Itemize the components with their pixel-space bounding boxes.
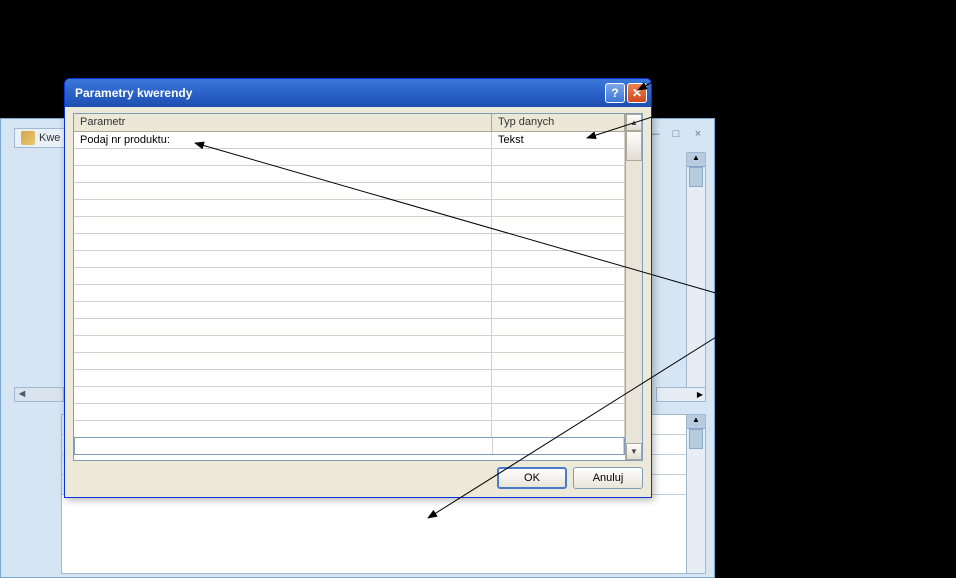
bg-maximize-button[interactable]: □ xyxy=(668,128,684,144)
scroll-track[interactable] xyxy=(626,161,642,443)
parameter-type-value: Tekst xyxy=(498,134,524,146)
close-button[interactable]: ✕ xyxy=(627,83,647,103)
query-tab[interactable]: Kwe xyxy=(14,128,67,148)
cancel-button[interactable]: Anuluj xyxy=(573,467,643,489)
parameter-row-empty[interactable] xyxy=(74,268,625,285)
grid-scrollbar-thumb[interactable] xyxy=(689,429,703,449)
parameter-name-cell[interactable]: Podaj nr produktu: xyxy=(74,132,492,148)
scroll-left-icon[interactable]: ◄ xyxy=(15,388,29,401)
parameter-row-empty[interactable] xyxy=(74,166,625,183)
scroll-up-button[interactable]: ▲ xyxy=(687,153,705,167)
parameter-row-empty[interactable] xyxy=(74,183,625,200)
bg-horizontal-scrollbar-left[interactable]: ◄ xyxy=(14,387,64,402)
scroll-up-arrow[interactable]: ▲ xyxy=(626,114,642,131)
parameter-row-1[interactable]: Podaj nr produktu: Tekst xyxy=(74,132,625,149)
grid-header-row: Parametr Typ danych xyxy=(74,114,625,132)
parameter-row-empty[interactable] xyxy=(74,387,625,404)
parameter-row-empty[interactable] xyxy=(74,421,625,438)
scroll-down-arrow[interactable]: ▼ xyxy=(626,443,642,460)
parameter-row-empty[interactable] xyxy=(74,336,625,353)
dialog-titlebar[interactable]: Parametry kwerendy ? ✕ xyxy=(65,79,651,107)
bg-window-controls: — □ × xyxy=(646,128,706,144)
dialog-button-bar: OK Anuluj xyxy=(73,461,643,489)
header-parameter[interactable]: Parametr xyxy=(74,114,492,131)
parameter-row-empty[interactable] xyxy=(74,149,625,166)
scrollbar-thumb[interactable] xyxy=(689,167,703,187)
grid-main: Parametr Typ danych Podaj nr produktu: T… xyxy=(74,114,625,460)
parameter-row-empty[interactable] xyxy=(74,234,625,251)
parameters-grid: Parametr Typ danych Podaj nr produktu: T… xyxy=(73,113,643,461)
scroll-thumb[interactable] xyxy=(626,131,642,161)
scroll-right-icon[interactable]: ▶ xyxy=(695,388,705,401)
parameter-row-empty[interactable] xyxy=(74,217,625,234)
ok-button[interactable]: OK xyxy=(497,467,567,489)
grid-data-area: Podaj nr produktu: Tekst xyxy=(74,132,625,460)
parameter-row-empty[interactable] xyxy=(74,319,625,336)
parameters-dialog: Parametry kwerendy ? ✕ Parametr Typ dany… xyxy=(64,78,652,498)
parameter-row-empty[interactable] xyxy=(74,251,625,268)
bg-horizontal-scrollbar-right[interactable]: ▶ xyxy=(656,387,706,402)
bg-vertical-scrollbar[interactable]: ▲ xyxy=(686,152,706,402)
parameter-row-empty[interactable] xyxy=(74,302,625,319)
header-datatype[interactable]: Typ danych xyxy=(492,114,625,131)
query-tab-icon xyxy=(21,131,35,145)
dialog-grid-scrollbar[interactable]: ▲ ▼ xyxy=(625,114,642,460)
query-tab-label: Kwe xyxy=(39,132,60,144)
parameter-row-empty[interactable] xyxy=(74,200,625,217)
dialog-body: Parametr Typ danych Podaj nr produktu: T… xyxy=(65,107,651,497)
parameter-input-row[interactable] xyxy=(74,437,625,455)
titlebar-buttons: ? ✕ xyxy=(605,83,647,103)
parameter-row-empty[interactable] xyxy=(74,370,625,387)
parameter-row-empty[interactable] xyxy=(74,404,625,421)
dialog-title: Parametry kwerendy xyxy=(75,86,192,100)
help-button[interactable]: ? xyxy=(605,83,625,103)
grid-scroll-up-button[interactable]: ▲ xyxy=(687,415,705,429)
grid-vertical-scrollbar[interactable]: ▲ xyxy=(686,414,706,574)
parameter-row-empty[interactable] xyxy=(74,353,625,370)
parameter-row-empty[interactable] xyxy=(74,285,625,302)
bg-close-button[interactable]: × xyxy=(690,128,706,144)
parameter-type-cell[interactable]: Tekst xyxy=(492,132,625,148)
